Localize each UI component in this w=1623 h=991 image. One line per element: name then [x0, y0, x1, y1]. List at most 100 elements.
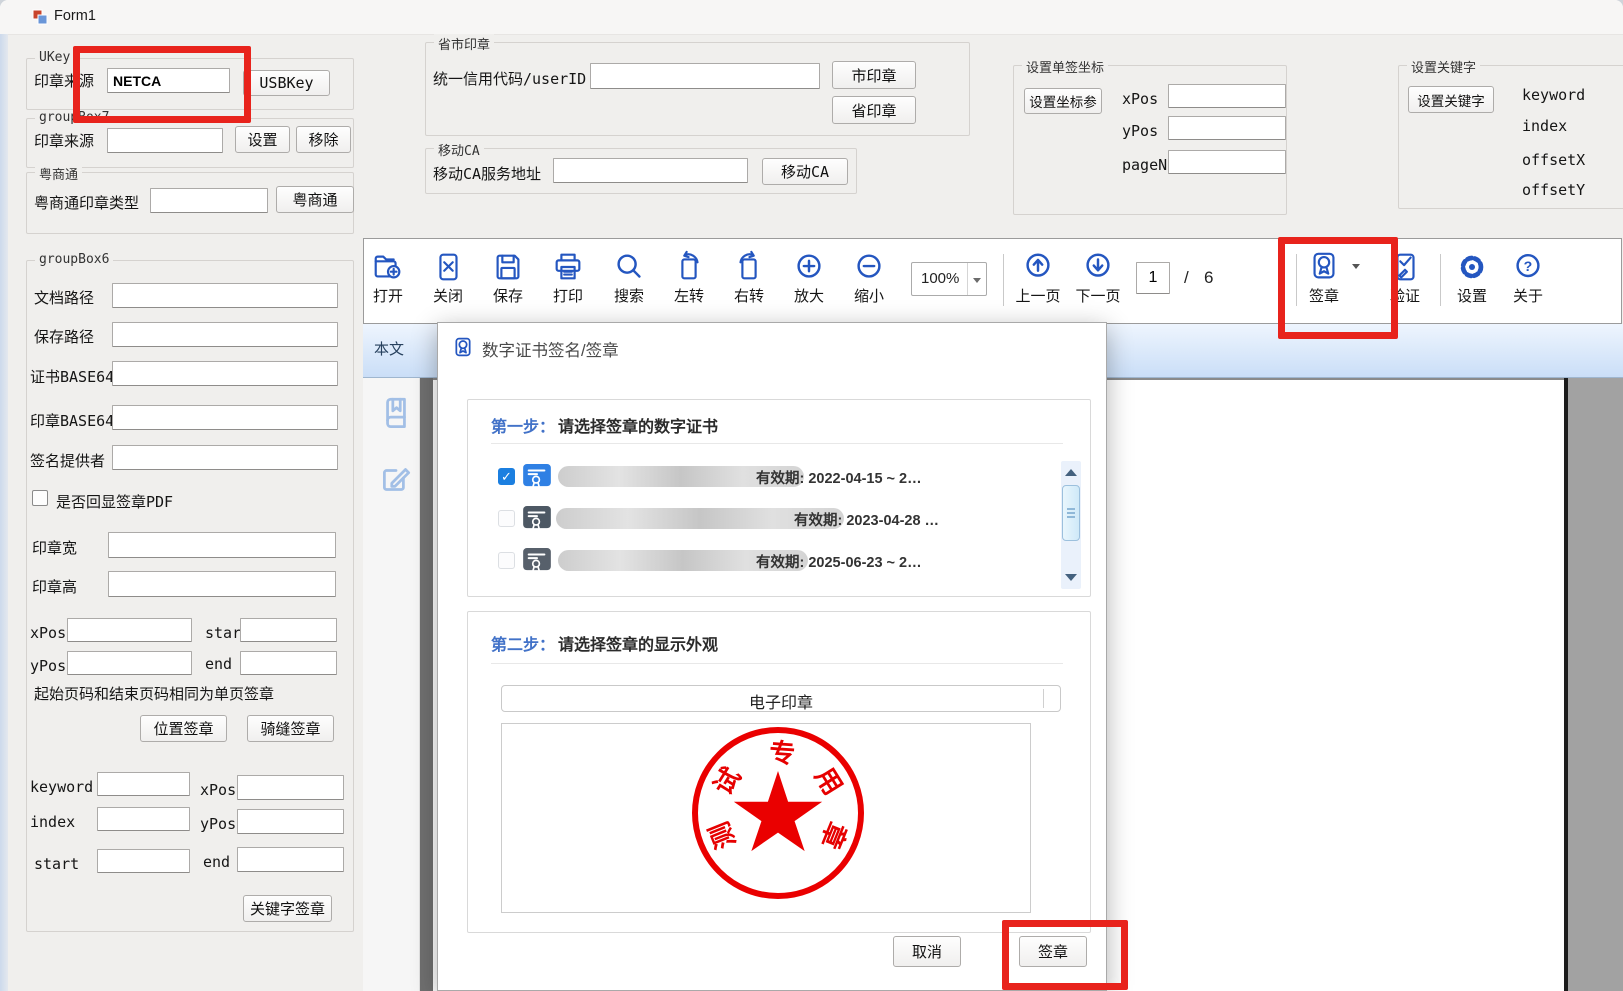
cancel-button[interactable]: 取消: [893, 936, 961, 967]
keyword-group-legend: 设置关键字: [1407, 57, 1480, 76]
toolbar-prev-page-button[interactable]: 上一页: [1006, 250, 1070, 306]
cert3-checkbox[interactable]: [498, 552, 515, 569]
position-sign-button[interactable]: 位置签章: [140, 715, 227, 742]
seal-height-input[interactable]: [108, 571, 336, 597]
toolbar-sign-button[interactable]: 签章: [1292, 250, 1356, 306]
cert-base64-input[interactable]: [112, 361, 338, 386]
cert2-validity: 有效期: 2023-04-28 …: [794, 509, 939, 530]
start-input[interactable]: [240, 618, 337, 642]
cert3-validity: 有效期: 2025-06-23 ~ 2…: [756, 551, 922, 572]
end-input[interactable]: [240, 651, 337, 675]
start2-input[interactable]: [97, 849, 190, 873]
groupbox7-legend: groupBox7: [35, 110, 113, 125]
viewer-sidebar: [363, 378, 420, 991]
credit-code-label: 统一信用代码/userID: [433, 68, 586, 89]
page-number-input[interactable]: [1136, 262, 1170, 294]
scrollbar-thumb[interactable]: [1062, 485, 1080, 541]
toolbar-zoom-out-button[interactable]: 缩小: [837, 250, 901, 306]
toolbar-print-button[interactable]: 打印: [536, 250, 600, 306]
index-input[interactable]: [97, 807, 190, 831]
set-button[interactable]: 设置: [235, 126, 290, 153]
tab-current-document[interactable]: 本文: [374, 338, 404, 359]
toolbar-verify-button[interactable]: 验证: [1373, 250, 1437, 306]
dialog-sign-button[interactable]: 签章: [1019, 936, 1087, 967]
end2-label: end: [203, 853, 230, 871]
seal-source-input[interactable]: [107, 68, 230, 93]
keyword-input[interactable]: [97, 772, 190, 796]
index-label: index: [30, 813, 75, 831]
start2-label: start: [34, 855, 79, 873]
yst-button[interactable]: 粤商通: [276, 186, 354, 213]
doc-path-input[interactable]: [112, 283, 338, 308]
step1-separator: [491, 443, 1063, 444]
cert1-checkbox-checked[interactable]: ✓: [498, 468, 515, 485]
chevron-down-icon: [973, 278, 981, 283]
title-bar: Form1: [0, 0, 1623, 35]
toolbar-search-button[interactable]: 搜索: [597, 250, 661, 306]
window-left-edge: [0, 34, 8, 991]
coord-pagenum-input[interactable]: [1168, 150, 1286, 174]
kw-keyword-label: keyword: [1522, 86, 1585, 104]
seal-image: 测 试 专 用 章: [692, 727, 864, 899]
coord-ypos-input[interactable]: [1168, 116, 1286, 140]
keyword-sign-button[interactable]: 关键字签章: [243, 895, 332, 922]
usbkey-button[interactable]: USBKey: [243, 70, 330, 96]
cert2-checkbox[interactable]: [498, 510, 515, 527]
credit-code-input[interactable]: [590, 63, 820, 89]
zoom-level-value: 100%: [921, 270, 959, 287]
mobile-ca-addr-input[interactable]: [553, 158, 748, 183]
kw-offsety-label: offsetY: [1522, 181, 1585, 199]
sign-dropdown-caret-icon[interactable]: [1352, 264, 1360, 269]
search-icon: [612, 250, 646, 284]
certificate-scrollbar[interactable]: [1061, 461, 1081, 589]
toolbar-zoom-in-button[interactable]: 放大: [777, 250, 841, 306]
coord-xpos-input[interactable]: [1168, 84, 1286, 108]
mobile-ca-button[interactable]: 移动CA: [762, 158, 848, 185]
seal-base64-label: 印章BASE64: [30, 410, 114, 431]
window-title: Form1: [54, 8, 96, 24]
xpos2-input[interactable]: [237, 775, 344, 800]
seal-source2-input[interactable]: [107, 128, 223, 153]
step1-heading: 请选择签章的数字证书: [558, 413, 718, 437]
yst-type-input[interactable]: [150, 188, 268, 213]
province-seal-button[interactable]: 省印章: [832, 96, 916, 124]
xpos-input[interactable]: [67, 618, 192, 642]
annotate-icon[interactable]: [377, 460, 415, 498]
toolbar-close-button[interactable]: 关闭: [416, 250, 480, 306]
ypos2-label: yPos: [200, 815, 236, 833]
scroll-up-icon[interactable]: [1065, 469, 1077, 476]
provider-input[interactable]: [112, 445, 338, 470]
toolbar-rotate-right-button[interactable]: 右转: [717, 250, 781, 306]
ypos2-input[interactable]: [237, 809, 344, 834]
end2-input[interactable]: [237, 847, 344, 872]
question-icon: ?: [1511, 250, 1545, 284]
city-seal-button[interactable]: 市印章: [832, 61, 916, 89]
prev-page-icon: [1021, 250, 1055, 284]
scroll-down-icon[interactable]: [1065, 574, 1077, 581]
kw-index-label: index: [1522, 117, 1567, 135]
set-keyword-button[interactable]: 设置关键字: [1408, 86, 1494, 113]
rotate-right-icon: [732, 250, 766, 284]
viewer-right-gutter[interactable]: [1568, 378, 1623, 991]
keyword-label: keyword: [30, 778, 93, 796]
print-icon: [551, 250, 585, 284]
save-path-input[interactable]: [112, 322, 338, 347]
toolbar-about-button[interactable]: ? 关于: [1496, 250, 1560, 306]
echo-pdf-checkbox[interactable]: [32, 490, 48, 506]
remove-button[interactable]: 移除: [296, 126, 351, 153]
toolbar-rotate-left-button[interactable]: 左转: [657, 250, 721, 306]
gear-icon: [1455, 250, 1489, 284]
seal-width-input[interactable]: [108, 532, 336, 558]
bookmark-icon[interactable]: [377, 395, 415, 433]
toolbar-save-button[interactable]: 保存: [476, 250, 540, 306]
toolbar-open-button[interactable]: 打开: [356, 250, 420, 306]
set-coord-button[interactable]: 设置坐标参: [1024, 88, 1102, 114]
toolbar-settings-button[interactable]: 设置: [1440, 250, 1504, 306]
toolbar-next-page-button[interactable]: 下一页: [1066, 250, 1130, 306]
appearance-dropdown[interactable]: 电子印章: [501, 685, 1061, 712]
zoom-level-select[interactable]: 100%: [911, 262, 987, 296]
seal-base64-input[interactable]: [112, 405, 338, 430]
straddle-sign-button[interactable]: 骑缝签章: [247, 715, 334, 742]
seal-width-label: 印章宽: [32, 537, 77, 558]
ypos-input[interactable]: [67, 651, 192, 675]
